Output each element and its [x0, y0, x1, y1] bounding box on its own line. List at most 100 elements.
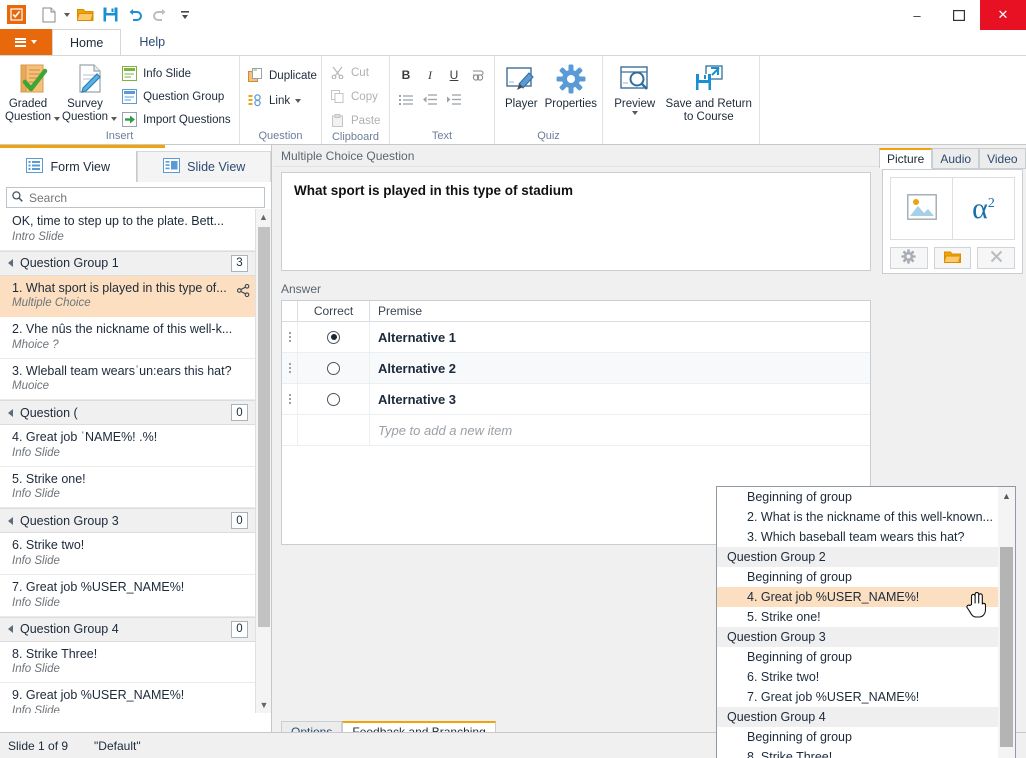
question-group-button[interactable]: Question Group — [119, 86, 236, 107]
row-grip-cell[interactable] — [282, 353, 298, 383]
hyperlink-icon[interactable] — [467, 65, 489, 85]
close-button[interactable]: ✕ — [980, 0, 1026, 30]
slide-list-item[interactable]: OK, time to step up to the plate. Bett..… — [0, 209, 256, 251]
dropdown-item[interactable]: 8. Strike Three! — [717, 747, 1000, 758]
player-button[interactable]: Player — [500, 59, 543, 111]
duplicate-button[interactable]: Duplicate — [245, 65, 322, 86]
survey-question-button[interactable]: SurveyQuestion — [62, 59, 117, 124]
media-settings-button[interactable] — [890, 247, 928, 269]
dropdown-scrollbar[interactable]: ▲ ▼ — [998, 487, 1015, 758]
picture-slot[interactable] — [891, 178, 952, 239]
dropdown-item[interactable]: 3. Which baseball team wears this hat? — [717, 527, 1000, 547]
minimize-button[interactable]: – — [896, 0, 938, 30]
preview-button[interactable]: Preview — [608, 59, 661, 115]
collapse-triangle-icon[interactable] — [8, 409, 13, 417]
tab-slide-view[interactable]: Slide View — [137, 151, 271, 182]
correct-radio[interactable] — [327, 393, 340, 406]
bullet-list-icon[interactable] — [395, 89, 417, 109]
slide-list-scrollbar[interactable]: ▲ ▼ — [255, 209, 271, 713]
save-and-return-button[interactable]: Save and Returnto Course — [663, 59, 754, 124]
dropdown-item[interactable]: 4. Great job %USER_NAME%! — [717, 587, 1000, 607]
tab-picture[interactable]: Picture — [879, 148, 932, 169]
slide-list-item[interactable]: 5. Strike one!Info Slide — [0, 467, 256, 509]
link-caret-icon[interactable] — [295, 99, 301, 103]
dropdown-scroll-up-icon[interactable]: ▲ — [998, 487, 1015, 504]
new-item-placeholder[interactable]: Type to add a new item — [370, 415, 870, 445]
new-icon[interactable] — [39, 5, 59, 25]
bold-icon[interactable]: B — [395, 65, 417, 85]
correct-radio[interactable] — [327, 362, 340, 375]
media-remove-button[interactable] — [977, 247, 1015, 269]
dropdown-item[interactable]: 6. Strike two! — [717, 667, 1000, 687]
dropdown-item[interactable]: Beginning of group — [717, 727, 1000, 747]
slide-list-item[interactable]: 7. Great job %USER_NAME%!Info Slide — [0, 575, 256, 617]
file-menu-button[interactable] — [0, 29, 52, 55]
tab-form-view[interactable]: Form View — [0, 151, 137, 182]
scroll-thumb[interactable] — [258, 227, 270, 627]
correct-cell[interactable] — [298, 384, 370, 414]
dropdown-item[interactable]: Beginning of group — [717, 647, 1000, 667]
italic-icon[interactable]: I — [419, 65, 441, 85]
tab-video[interactable]: Video — [979, 148, 1025, 169]
row-drag-handle-icon[interactable] — [289, 394, 291, 404]
correct-radio[interactable] — [327, 331, 340, 344]
dropdown-item[interactable]: 5. Strike one! — [717, 607, 1000, 627]
correct-cell[interactable] — [298, 353, 370, 383]
premise-cell[interactable]: Alternative 1 — [370, 322, 870, 352]
slide-list-item[interactable]: 1. What sport is played in this type of.… — [0, 276, 256, 318]
branch-target-dropdown[interactable]: Beginning of group2. What is the nicknam… — [716, 486, 1016, 758]
underline-icon[interactable]: U — [443, 65, 465, 85]
media-open-button[interactable] — [934, 247, 972, 269]
scroll-down-icon[interactable]: ▼ — [256, 697, 272, 713]
graded-question-caret-icon[interactable] — [54, 117, 60, 121]
open-icon[interactable] — [75, 5, 95, 25]
dropdown-item[interactable]: Beginning of group — [717, 567, 1000, 587]
link-button[interactable]: Link — [245, 90, 306, 111]
maximize-button[interactable] — [938, 0, 980, 30]
slide-list-item[interactable]: 4. Great job ˈNAME%! .%!Info Slide — [0, 425, 256, 467]
equation-slot[interactable]: α2 — [952, 178, 1014, 239]
collapse-triangle-icon[interactable] — [8, 259, 13, 267]
increase-indent-icon[interactable] — [443, 89, 465, 109]
slide-list-item[interactable]: 2. Vhe nûs the nickname of this well-k..… — [0, 317, 256, 359]
slide-list-item[interactable]: 9. Great job %USER_NAME%!Info Slide — [0, 683, 256, 713]
collapse-triangle-icon[interactable] — [8, 625, 13, 633]
answer-row[interactable]: Alternative 3 — [282, 384, 870, 415]
scroll-up-icon[interactable]: ▲ — [256, 209, 271, 225]
slide-list[interactable]: OK, time to step up to the plate. Bett..… — [0, 209, 256, 713]
customize-icon[interactable] — [175, 5, 195, 25]
dropdown-item[interactable]: Beginning of group — [717, 487, 1000, 507]
dropdown-item[interactable]: 2. What is the nickname of this well-kno… — [717, 507, 1000, 527]
tab-audio[interactable]: Audio — [932, 148, 979, 169]
import-questions-button[interactable]: Import Questions — [119, 109, 236, 130]
answer-row[interactable]: Alternative 1 — [282, 322, 870, 353]
decrease-indent-icon[interactable] — [419, 89, 441, 109]
survey-question-caret-icon[interactable] — [111, 117, 117, 121]
slide-list-item[interactable]: 3. Wleball team wearsˈun:ears this hat?M… — [0, 359, 256, 401]
slide-group-header[interactable]: Question Group 30 — [0, 508, 256, 533]
row-grip-cell[interactable] — [282, 322, 298, 352]
undo-icon[interactable] — [125, 5, 145, 25]
new-answer-row[interactable]: Type to add a new item — [282, 415, 870, 446]
row-drag-handle-icon[interactable] — [289, 332, 291, 342]
search-box[interactable] — [6, 187, 265, 208]
slide-group-header[interactable]: Question Group 13 — [0, 251, 256, 276]
premise-cell[interactable]: Alternative 3 — [370, 384, 870, 414]
question-text-box[interactable]: What sport is played in this type of sta… — [281, 172, 871, 271]
properties-button[interactable]: Properties — [545, 59, 597, 111]
info-slide-button[interactable]: Info Slide — [119, 63, 236, 84]
graded-question-button[interactable]: GradedQuestion — [5, 59, 60, 124]
premise-cell[interactable]: Alternative 2 — [370, 353, 870, 383]
slide-group-header[interactable]: Question (0 — [0, 400, 256, 425]
slide-list-item[interactable]: 8. Strike Three!Info Slide — [0, 642, 256, 684]
search-input[interactable] — [27, 190, 259, 206]
row-drag-handle-icon[interactable] — [289, 363, 291, 373]
answer-row[interactable]: Alternative 2 — [282, 353, 870, 384]
save-icon[interactable] — [100, 5, 120, 25]
preview-caret-icon[interactable] — [632, 111, 638, 115]
dropdown-scroll-thumb[interactable] — [1000, 547, 1013, 747]
collapse-triangle-icon[interactable] — [8, 517, 13, 525]
dropdown-item[interactable]: 7. Great job %USER_NAME%! — [717, 687, 1000, 707]
correct-cell[interactable] — [298, 322, 370, 352]
row-grip-cell[interactable] — [282, 384, 298, 414]
